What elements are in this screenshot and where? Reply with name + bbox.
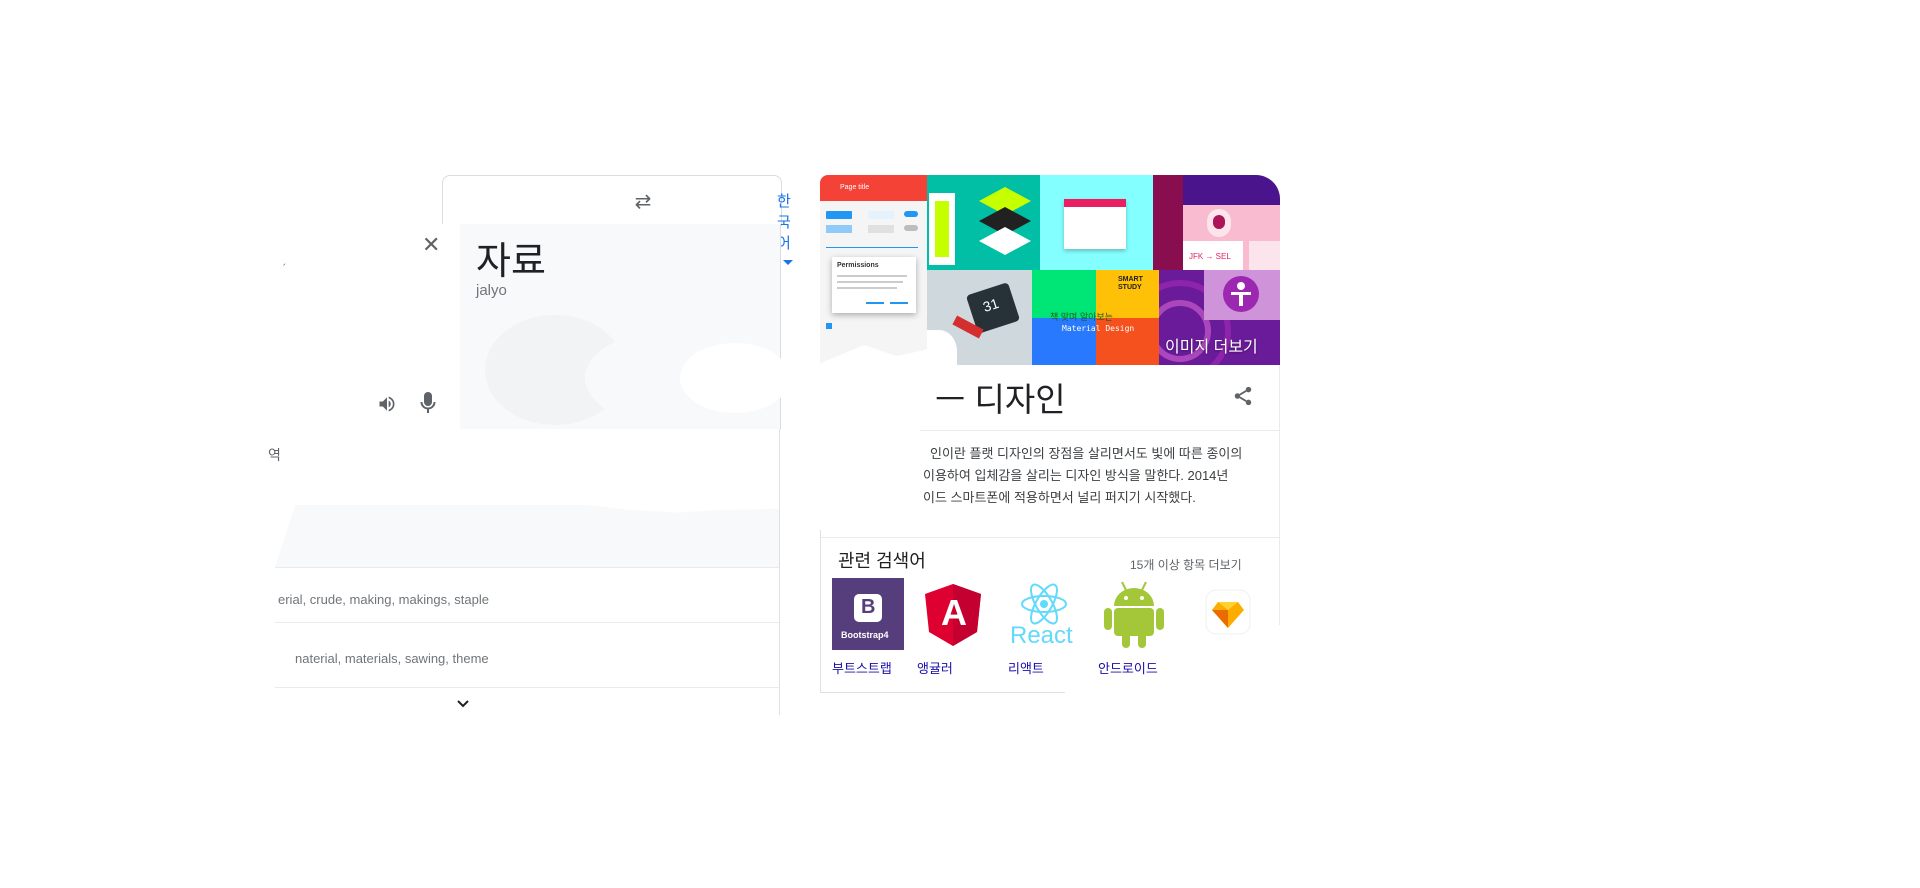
related-item-label: 앵귤러 — [917, 661, 953, 676]
image-thumbnail[interactable] — [927, 175, 1040, 270]
related-searches-title: 관련 검색어 — [838, 551, 926, 571]
panel-edge — [820, 530, 821, 692]
thumbnail-caption: JFK → SEL — [1189, 252, 1231, 261]
description-line: 인이란 플랫 디자인의 장점을 살리면서도 빛에 따른 종이의 — [930, 446, 1243, 461]
translate-card: ⇄ 한국어 ˏ ✕ 자료 jalyo 역 erial, crude, makin… — [260, 175, 793, 715]
divider — [275, 622, 780, 623]
microphone-icon[interactable] — [420, 391, 436, 415]
description-line: 이드 스마트폰에 적용하면서 널리 퍼지기 시작했다. — [923, 490, 1196, 505]
translation-text: 자료 — [476, 241, 546, 283]
related-item-label: 부트스트랩 — [832, 661, 892, 676]
thumbnail-caption: Material Design — [1062, 324, 1135, 333]
more-images-link[interactable]: 이미지 더보기 — [1165, 333, 1258, 357]
panel-description: 인이란 플랫 디자인의 장점을 살리면서도 빛에 따른 종이의 이용하여 입체감… — [908, 443, 1270, 509]
speaker-icon[interactable] — [376, 394, 398, 414]
decorative-shape — [680, 343, 790, 413]
thumbnail-caption: SMART STUDY — [1118, 276, 1143, 291]
source-text-fragment: ˏ — [282, 252, 286, 266]
related-item-label: 안드로이드 — [1098, 661, 1158, 676]
divider — [275, 567, 780, 568]
definitions-band — [275, 505, 780, 567]
caret-down-icon — [783, 259, 793, 265]
angular-letter: A — [941, 592, 967, 633]
source-text-area[interactable]: ˏ ✕ — [260, 224, 461, 429]
romanization-text: jalyo — [476, 282, 507, 299]
related-more-link[interactable]: 15개 이상 항목 더보기 — [1130, 556, 1242, 573]
chevron-down-icon[interactable] — [456, 699, 470, 709]
panel-title: ㅡ 디자인 — [935, 381, 1066, 418]
related-item-label: 리액트 — [1008, 661, 1044, 676]
language-bar: ⇄ 한국어 — [442, 175, 793, 265]
swap-languages-icon[interactable]: ⇄ — [629, 192, 657, 212]
thumbnail-caption: Page title — [840, 184, 870, 191]
image-thumbnail[interactable]: JFK → SEL — [1153, 175, 1280, 270]
sketch-logo-icon — [1205, 589, 1251, 635]
share-icon[interactable] — [1232, 385, 1254, 407]
image-thumbnail[interactable]: Page title Permissions — [820, 175, 927, 365]
panel-edge — [820, 692, 1065, 693]
synonym-row[interactable]: erial, crude, making, makings, staple — [278, 592, 489, 607]
image-strip[interactable]: Page title Permissions JFK → SEL 31 책 맞며… — [820, 175, 1280, 365]
clear-text-icon[interactable]: ✕ — [422, 234, 440, 256]
thumbnail-caption: Permissions — [837, 262, 879, 269]
divider — [820, 537, 1280, 538]
section-label: 역 — [268, 447, 281, 463]
react-wordmark: React — [1010, 622, 1073, 649]
bootstrap-logo-icon: B Bootstrap4 — [832, 578, 904, 650]
divider — [275, 687, 780, 688]
bootstrap-letter: B — [861, 596, 876, 618]
bootstrap-caption: Bootstrap4 — [841, 630, 889, 640]
thumbnail-caption: 책 맞며 알아보는 — [1050, 312, 1113, 322]
image-thumbnail[interactable]: 책 맞며 알아보는 Material Design SMART STUDY — [1032, 270, 1159, 365]
card-edge — [779, 429, 780, 715]
panel-edge — [1279, 365, 1280, 625]
image-thumbnail[interactable]: 31 — [927, 270, 1032, 365]
image-thumbnail[interactable] — [1040, 175, 1153, 270]
description-line: 이용하여 입체감을 살리는 디자인 방식을 말한다. 2014년 — [923, 468, 1229, 483]
android-logo-icon — [1104, 581, 1164, 648]
synonym-row[interactable]: naterial, materials, sawing, theme — [295, 651, 489, 666]
divider — [920, 430, 1280, 431]
knowledge-panel: Page title Permissions JFK → SEL 31 책 맞며… — [820, 175, 1280, 695]
